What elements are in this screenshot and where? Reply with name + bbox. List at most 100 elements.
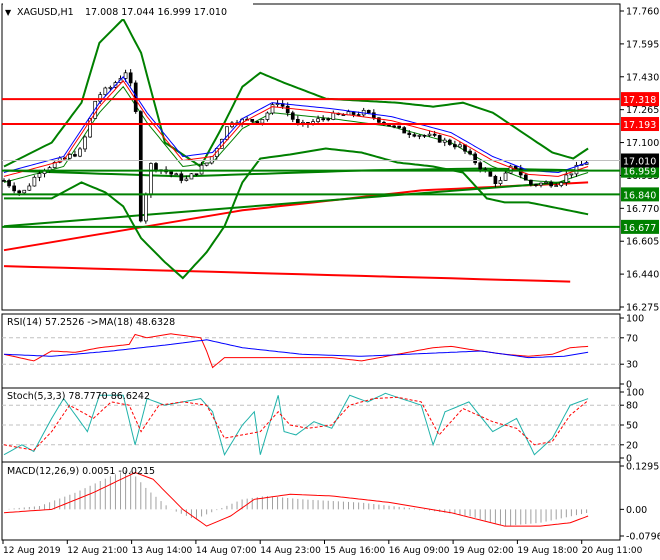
candle-body — [432, 133, 437, 136]
candle-body — [356, 114, 361, 116]
candle-body — [392, 125, 396, 128]
macd-title: MACD(12,26,9) 0.0051 -0.0215 — [7, 466, 155, 477]
axis-tick-label: -0.0796 — [626, 532, 660, 543]
candle-body — [544, 181, 548, 184]
candle-body — [326, 118, 331, 121]
candle-body — [366, 109, 371, 114]
candle-body — [169, 171, 174, 175]
ma-red-line — [3, 181, 589, 252]
chart-canvas[interactable]: 17.76017.59517.43017.26517.10016.93516.7… — [0, 0, 660, 560]
candle-body — [529, 179, 533, 185]
price-tick-label: 17.265 — [626, 105, 659, 116]
candle-body — [412, 134, 417, 137]
candle-body — [2, 180, 6, 182]
candle-body — [453, 144, 457, 148]
axis-tick-label: 0.00 — [626, 505, 647, 516]
candle-body — [295, 118, 300, 124]
candle-body — [108, 87, 113, 89]
axis-tick-label: 100 — [626, 388, 644, 399]
candle-body — [447, 139, 452, 145]
candle-body — [564, 174, 569, 183]
level-label: 17.193 — [623, 120, 656, 131]
candle-body — [468, 150, 472, 155]
candle-body — [12, 185, 16, 192]
axis-tick-label: 80 — [626, 401, 638, 412]
candle-body — [321, 118, 326, 121]
candle-body — [442, 139, 447, 143]
candle-body — [189, 173, 194, 180]
candle-body — [473, 153, 477, 164]
candle-body — [417, 134, 422, 137]
candle-body — [316, 118, 320, 122]
candle-body — [22, 189, 27, 194]
candle-body — [265, 112, 270, 120]
axis-tick-label: 30 — [626, 360, 638, 371]
candle-body — [128, 72, 133, 84]
candle-body — [270, 104, 275, 114]
candle-body — [194, 173, 199, 176]
candle-body — [549, 181, 553, 187]
trading-chart-window: 17.76017.59517.43017.26517.10016.93516.7… — [0, 0, 660, 560]
candle-body — [437, 135, 442, 143]
time-tick-label: 12 Aug 2019 — [3, 546, 61, 556]
candle-body — [285, 105, 290, 114]
symbol-title: XAGUSD,H1 — [17, 7, 74, 18]
rsi-rsi-line — [3, 333, 589, 369]
price-tick-label: 16.770 — [626, 204, 659, 215]
axis-tick-label: 20 — [626, 440, 638, 451]
time-tick-label: 15 Aug 16:00 — [325, 546, 386, 556]
candle-body — [397, 125, 401, 128]
axis-tick-label: 0.1295 — [626, 462, 659, 473]
price-tick-label: 16.440 — [626, 270, 659, 281]
candle-body — [17, 190, 22, 194]
price-tick-label: 17.100 — [626, 138, 659, 149]
candle-body — [179, 173, 184, 181]
candle-body — [554, 185, 559, 187]
level-label: 16.677 — [623, 223, 656, 234]
time-axis: 12 Aug 2019 12 Aug 21:00 13 Aug 14:00 14 Au… — [2, 540, 643, 556]
candle-body — [260, 119, 265, 124]
ma-red-low-line — [3, 265, 571, 283]
candle-body — [32, 176, 37, 187]
candle-body — [407, 132, 412, 135]
price-panel: 17.76017.59517.43017.26517.10016.93516.7… — [1, 3, 659, 314]
candle-body — [427, 133, 432, 136]
price-tick-label: 17.595 — [626, 39, 659, 50]
candle-body — [523, 174, 528, 181]
candle-body — [68, 154, 72, 159]
time-tick-label: 13 Aug 14:00 — [132, 546, 193, 556]
stoch-title: Stoch(5,3,3) 78.7770 86.6242 — [7, 391, 150, 402]
bollinger-upper — [3, 17, 589, 168]
candle-body — [149, 163, 153, 195]
candle-body — [204, 162, 209, 166]
axis-tick-label: 70 — [626, 333, 638, 344]
candle-body — [209, 156, 214, 164]
time-tick-label: 14 Aug 07:00 — [196, 546, 257, 556]
level-label: 16.959 — [623, 167, 656, 178]
candle-body — [559, 182, 564, 186]
candle-body — [174, 173, 179, 176]
candle-body — [513, 165, 518, 170]
candle-body — [503, 172, 508, 181]
price-tick-label: 17.430 — [626, 72, 659, 83]
candle-body — [255, 121, 260, 124]
candle-body — [78, 148, 82, 157]
candle-body — [7, 180, 11, 187]
candle-body — [331, 112, 336, 120]
current-price-label: 17.010 — [623, 156, 656, 167]
candle-body — [37, 173, 42, 178]
candle-body — [569, 173, 574, 176]
candle-body — [123, 72, 128, 79]
rsi-title: RSI(14) 57.2526 ->MA(18) 48.6328 — [7, 317, 175, 328]
candle-body — [27, 185, 32, 191]
ohlc-readout: 17.008 17.044 16.999 17.010 — [85, 7, 227, 18]
candle-body — [539, 182, 543, 186]
candle-body — [493, 175, 498, 184]
collapse-triangle-icon[interactable]: ▼ — [5, 8, 12, 17]
candle-body — [103, 87, 108, 95]
level-label: 17.318 — [623, 95, 656, 106]
time-tick-label: 19 Aug 02:00 — [453, 546, 514, 556]
axis-tick-label: 100 — [626, 314, 644, 325]
price-panel-frame — [1, 3, 621, 311]
candle-body — [422, 134, 427, 137]
